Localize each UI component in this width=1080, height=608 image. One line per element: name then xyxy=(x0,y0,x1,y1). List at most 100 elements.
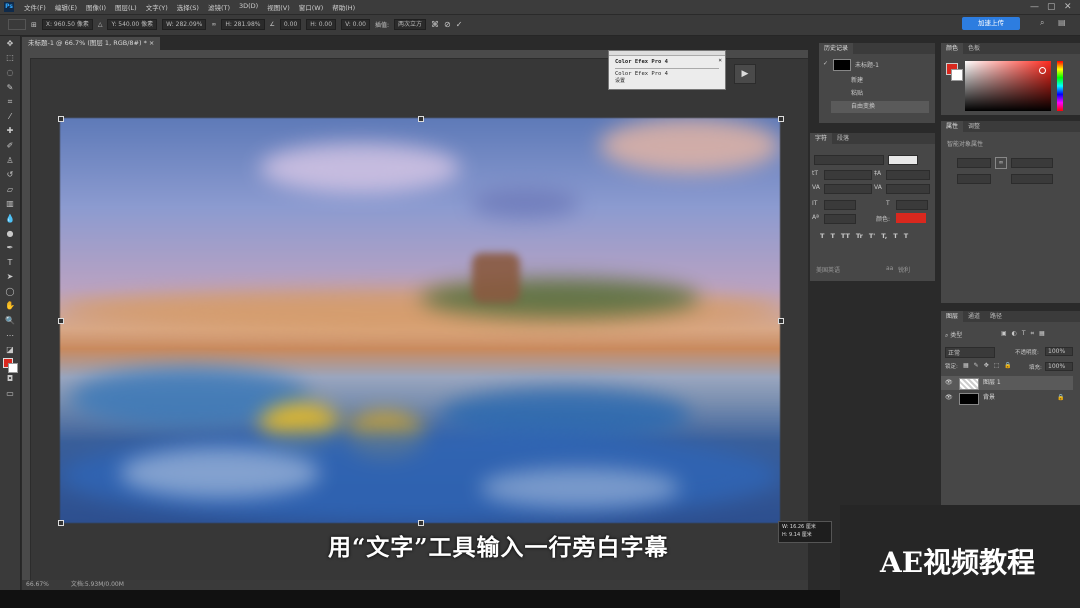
workspace-icon[interactable]: ▤ xyxy=(1058,18,1066,27)
zoom-tool-icon[interactable]: 🔍 xyxy=(0,313,20,328)
history-item-selected[interactable]: 自由变换 xyxy=(831,101,929,113)
relative-position-icon[interactable]: △ xyxy=(98,21,103,28)
menu-layer[interactable]: 图层(L) xyxy=(115,2,137,12)
transform-handle[interactable] xyxy=(58,318,64,324)
history-item[interactable]: 粘贴 xyxy=(831,88,929,100)
menu-file[interactable]: 文件(F) xyxy=(24,2,46,12)
brush-source-icon[interactable]: ✓ xyxy=(823,60,828,67)
subscript-button[interactable]: T, xyxy=(881,232,887,240)
language-select[interactable]: 美国英语 xyxy=(816,265,840,274)
eraser-tool-icon[interactable]: ▱ xyxy=(0,182,20,197)
tab-properties[interactable]: 属性 xyxy=(941,121,964,132)
visibility-eye-icon[interactable]: 👁 xyxy=(945,376,953,390)
transform-handle[interactable] xyxy=(58,116,64,122)
small-caps-button[interactable]: Tr xyxy=(856,232,863,240)
transform-handle[interactable] xyxy=(418,520,424,526)
adjustment-filter-icon[interactable]: ◐ xyxy=(1012,330,1017,338)
cloud-upload-button[interactable]: 加速上传 xyxy=(962,17,1020,30)
menu-window[interactable]: 窗口(W) xyxy=(299,2,324,12)
eyedropper-tool-icon[interactable]: ⁄ xyxy=(0,109,20,124)
history-brush-tool-icon[interactable]: ↺ xyxy=(0,167,20,182)
menu-filter[interactable]: 滤镜(T) xyxy=(208,2,230,12)
menu-edit[interactable]: 编辑(E) xyxy=(55,2,77,12)
layer-filter-select[interactable]: ⌕ 类型 xyxy=(945,330,962,340)
font-family-select[interactable] xyxy=(814,155,884,165)
tab-adjustments[interactable]: 调整 xyxy=(963,121,985,132)
layer-name[interactable]: 背景 xyxy=(983,391,995,405)
blend-mode-select[interactable]: 正常 xyxy=(945,347,995,358)
zoom-level[interactable]: 66.67% xyxy=(26,581,49,588)
pen-tool-icon[interactable]: ✒ xyxy=(0,240,20,255)
layer-row[interactable]: 👁 背景 🔒 xyxy=(941,391,1073,405)
horizontal-scale-field[interactable] xyxy=(896,200,928,210)
background-color-swatch[interactable] xyxy=(8,363,18,374)
link-dimensions-icon[interactable]: ∞ xyxy=(995,157,1007,169)
color-swatches[interactable] xyxy=(0,357,20,374)
visibility-eye-icon[interactable]: 👁 xyxy=(945,391,953,405)
prop-height-field[interactable] xyxy=(1011,158,1053,168)
hand-tool-icon[interactable]: ✋ xyxy=(0,299,20,314)
commit-transform-icon[interactable]: ✓ xyxy=(456,20,463,29)
leading-field[interactable] xyxy=(886,170,930,180)
blur-tool-icon[interactable]: 💧 xyxy=(0,211,20,226)
tab-paths[interactable]: 路径 xyxy=(985,311,1007,322)
document-size[interactable]: 文档:5.93M/0.00M xyxy=(71,581,124,588)
lock-artboard-icon[interactable]: ⬚ xyxy=(994,362,1000,369)
faux-italic-button[interactable]: T xyxy=(830,232,834,240)
interpolation-select[interactable]: 两次立方 xyxy=(394,19,427,30)
menu-select[interactable]: 选择(S) xyxy=(177,2,199,12)
background-color-chip[interactable] xyxy=(951,69,963,81)
smart-filter-icon[interactable]: ▦ xyxy=(1039,330,1045,338)
canvas-image[interactable] xyxy=(60,118,780,523)
cancel-transform-icon[interactable]: ⊘ xyxy=(444,20,451,29)
y-field[interactable]: Y: 540.00 像素 xyxy=(107,19,158,30)
snapshot-thumbnail[interactable] xyxy=(833,59,851,71)
hskew-field[interactable]: H: 0.00 xyxy=(306,19,337,30)
baseline-field[interactable] xyxy=(824,214,856,224)
history-item[interactable]: 新建 xyxy=(831,75,929,87)
type-filter-icon[interactable]: T xyxy=(1022,330,1026,338)
font-style-select[interactable] xyxy=(888,155,918,165)
search-icon[interactable]: ⌕ xyxy=(1040,18,1044,28)
hue-slider[interactable] xyxy=(1057,61,1063,111)
underline-button[interactable]: T xyxy=(893,232,897,240)
crop-tool-icon[interactable]: ⌗ xyxy=(0,94,20,109)
vertical-scale-field[interactable] xyxy=(824,200,856,210)
minimize-button[interactable]: — xyxy=(1030,1,1039,13)
default-colors-icon[interactable]: ◪ xyxy=(0,342,20,357)
menu-view[interactable]: 视图(V) xyxy=(267,2,290,12)
tab-paragraph[interactable]: 段落 xyxy=(832,133,854,144)
font-size-field[interactable] xyxy=(824,170,872,180)
lock-all-icon[interactable]: 🔒 xyxy=(1004,362,1011,369)
menu-help[interactable]: 帮助(H) xyxy=(332,2,355,12)
filter-popup-line[interactable]: Color Efex Pro 4 xyxy=(615,68,719,77)
link-icon[interactable]: ∞ xyxy=(211,21,216,28)
fill-field[interactable]: 100% xyxy=(1045,362,1073,371)
lock-pixels-icon[interactable]: ✎ xyxy=(974,362,979,369)
restore-button[interactable]: ▢ xyxy=(1047,1,1056,13)
document-tab[interactable]: 未标题-1 @ 66.7% (图层 1, RGB/8#) * × xyxy=(22,37,160,50)
brush-tool-icon[interactable]: ✐ xyxy=(0,138,20,153)
more-tools-icon[interactable]: ⋯ xyxy=(0,328,20,343)
snapshot-name[interactable]: 未标题-1 xyxy=(855,60,879,69)
prop-width-field[interactable] xyxy=(957,158,991,168)
transform-handle[interactable] xyxy=(778,116,784,122)
healing-tool-icon[interactable]: ✚ xyxy=(0,124,20,139)
superscript-button[interactable]: T' xyxy=(869,232,875,240)
prop-x-field[interactable] xyxy=(957,174,991,184)
tab-history[interactable]: 历史记录 xyxy=(819,43,854,54)
faux-bold-button[interactable]: T xyxy=(820,232,824,240)
lasso-tool-icon[interactable]: ◌ xyxy=(0,65,20,80)
tab-channels[interactable]: 通道 xyxy=(963,311,985,322)
menu-type[interactable]: 文字(Y) xyxy=(146,2,168,12)
close-popup-icon[interactable]: × xyxy=(718,57,722,64)
pixel-filter-icon[interactable]: ▣ xyxy=(1001,330,1007,338)
play-button[interactable]: ▶ xyxy=(734,64,756,84)
transform-handle[interactable] xyxy=(778,318,784,324)
reference-point-icon[interactable]: ⊞ xyxy=(31,21,37,29)
menu-image[interactable]: 图像(I) xyxy=(86,2,106,12)
marquee-tool-icon[interactable]: ⬚ xyxy=(0,51,20,66)
tracking-field[interactable] xyxy=(886,184,930,194)
strikethrough-button[interactable]: T xyxy=(904,232,908,240)
color-picker-cursor[interactable] xyxy=(1039,67,1046,74)
